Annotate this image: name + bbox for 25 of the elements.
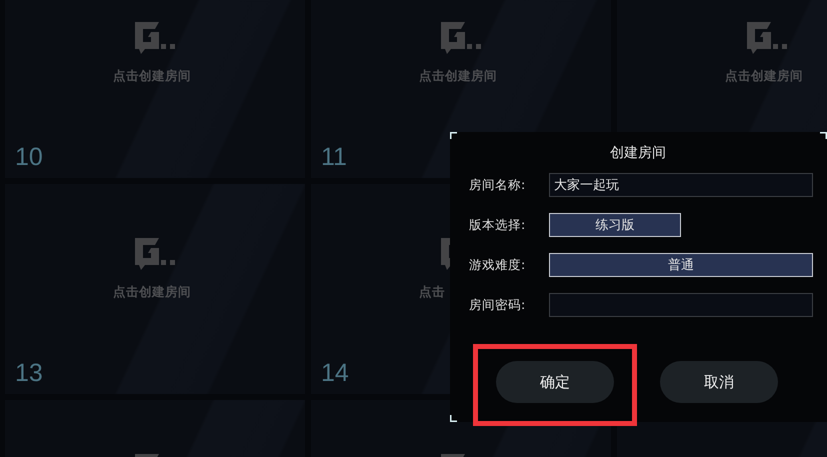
field-label: 版本选择: bbox=[469, 216, 526, 234]
field-label: 房间名称: bbox=[469, 176, 526, 194]
room-card[interactable]: 点击创建房间 13 bbox=[5, 184, 305, 394]
create-room-caption: 点击 bbox=[419, 284, 445, 300]
room-number: 10 bbox=[15, 143, 43, 171]
difficulty-select[interactable]: 普通 bbox=[549, 253, 813, 277]
create-room-caption: 点击创建房间 bbox=[113, 284, 191, 300]
dialog-title: 创建房间 bbox=[610, 144, 666, 162]
cancel-button[interactable]: 取消 bbox=[660, 361, 778, 403]
room-card[interactable]: 点击创建房间 10 bbox=[5, 0, 305, 178]
version-select[interactable]: 练习版 bbox=[549, 213, 681, 237]
corner-bracket-icon bbox=[820, 132, 827, 139]
field-label: 游戏难度: bbox=[469, 256, 526, 274]
create-room-caption: 点击创建房间 bbox=[113, 68, 191, 84]
room-number: 13 bbox=[15, 359, 43, 387]
room-name-field[interactable]: 大家一起玩 bbox=[549, 173, 813, 197]
create-room-caption: 点击创建房间 bbox=[419, 68, 497, 84]
corner-bracket-icon bbox=[450, 132, 457, 139]
room-number: 14 bbox=[321, 359, 349, 387]
room-number: 11 bbox=[321, 143, 347, 171]
confirm-button[interactable]: 确定 bbox=[496, 361, 614, 403]
field-label: 房间密码: bbox=[469, 296, 526, 314]
password-field[interactable] bbox=[549, 293, 813, 317]
corner-bracket-icon bbox=[450, 415, 457, 422]
create-room-caption: 点击创建房间 bbox=[725, 68, 803, 84]
